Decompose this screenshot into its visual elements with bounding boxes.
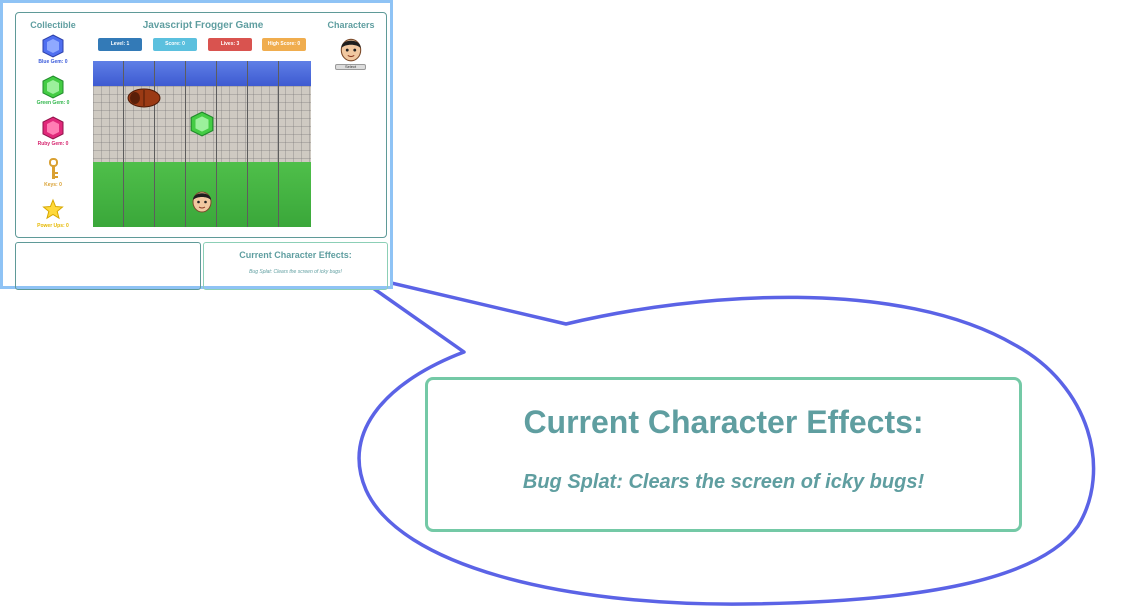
- star-icon: [42, 198, 64, 220]
- blue-gem-count: Blue Gem: 0: [38, 59, 68, 65]
- game-screenshot-frame: Collectible Javascript Frogger Game Char…: [0, 0, 393, 290]
- lives-badge: Lives: 3: [208, 38, 252, 51]
- key-icon: [49, 158, 58, 179]
- ruby-gem-icon: [42, 116, 64, 140]
- collectible-power-up: Power Ups: 0: [25, 198, 81, 229]
- effects-description-small: Bug Splat: Clears the screen of icky bug…: [249, 269, 342, 275]
- keys-count: Keys: 0: [44, 182, 62, 188]
- collectible-ruby-gem: Ruby Gem: 0: [25, 116, 81, 147]
- power-ups-count: Power Ups: 0: [37, 223, 69, 229]
- green-gem-count: Green Gem: 0: [36, 100, 70, 106]
- level-badge: Level: 1: [98, 38, 142, 51]
- collectible-blue-gem: Blue Gem: 0: [25, 34, 81, 65]
- collectible-title: Collectible: [30, 20, 76, 30]
- effects-title-small: Current Character Effects:: [239, 250, 352, 260]
- score-badge: Score: 0: [153, 38, 197, 51]
- game-board[interactable]: [93, 61, 311, 227]
- character-avatar[interactable]: [339, 35, 363, 63]
- player-character: [192, 191, 212, 213]
- high-score-badge: High Score: 0: [262, 38, 306, 51]
- ruby-gem-count: Ruby Gem: 0: [37, 141, 69, 147]
- info-panel: [15, 242, 201, 290]
- collectible-key: Keys: 0: [25, 157, 81, 188]
- game-title: Javascript Frogger Game: [142, 20, 264, 31]
- character-effects-panel: Current Character Effects: Bug Splat: Cl…: [203, 242, 388, 290]
- blue-gem-icon: [42, 34, 64, 58]
- characters-title: Characters: [327, 20, 375, 30]
- select-character-button[interactable]: Select: [335, 64, 366, 70]
- enemy-bug: [127, 88, 161, 108]
- green-gem-icon: [42, 75, 64, 99]
- effects-zoom-panel: Current Character Effects: Bug Splat: Cl…: [425, 377, 1022, 532]
- effects-description-zoomed: Bug Splat: Clears the screen of icky bug…: [522, 471, 925, 493]
- green-gem-pickup: [190, 111, 214, 137]
- effects-title-zoomed: Current Character Effects:: [523, 404, 924, 440]
- collectible-green-gem: Green Gem: 0: [25, 75, 81, 106]
